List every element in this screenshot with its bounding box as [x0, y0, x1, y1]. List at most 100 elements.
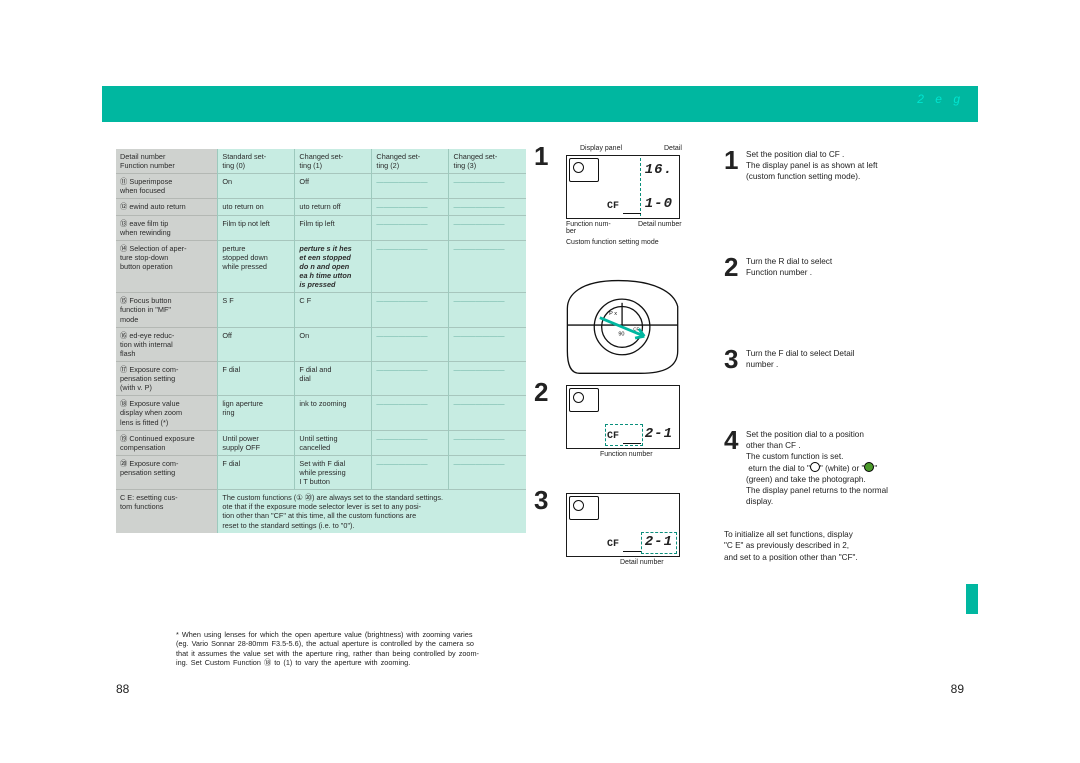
- header-cell: Standard set-ting (0): [218, 149, 295, 174]
- row-label: ⑫ ewind auto return: [116, 199, 218, 215]
- step-number-icon: 2: [534, 377, 548, 408]
- row-value: perture s it hes et een stoppeddo n and …: [295, 240, 372, 293]
- step-number-icon: 3: [534, 485, 548, 516]
- table-row: ⑯ ed-eye reduc-tion with internalflashOf…: [116, 327, 526, 361]
- row-label: ⑯ ed-eye reduc-tion with internalflash: [116, 327, 218, 361]
- row-value: ———————: [372, 455, 449, 489]
- row-value: ———————: [449, 396, 526, 430]
- illustration-column: 1 Display panel Detail 16. CF 1-0 Functi…: [540, 149, 704, 599]
- step-number-icon: 1: [724, 149, 742, 182]
- caption: Function num- ber: [566, 221, 611, 235]
- lcd-cf-label: CF: [607, 201, 619, 212]
- row-value: ———————: [449, 430, 526, 455]
- step-instruction: Turn the R dial to select Function numbe…: [746, 256, 968, 278]
- row-value: ———————: [372, 240, 449, 293]
- page-number-left: 88: [116, 682, 129, 696]
- row-value: Off: [218, 327, 295, 361]
- green-dot-icon: [864, 462, 874, 472]
- header-cell: Changed set-ting (2): [372, 149, 449, 174]
- svg-text:90: 90: [618, 331, 624, 337]
- step-note: The display panel returns to the normal …: [746, 485, 968, 507]
- step-instruction: Turn the F dial to select Detail number …: [746, 348, 968, 370]
- row-value: On: [218, 174, 295, 199]
- caption: Detail number: [620, 559, 664, 566]
- caption: Detail number: [638, 221, 682, 228]
- svg-text:CF: CF: [633, 327, 639, 332]
- steps-text-column: 1 Set the position dial to CF . The disp…: [724, 149, 968, 563]
- lcd-cf-label: CF: [607, 431, 619, 442]
- row-value: ———————: [449, 215, 526, 240]
- row-value: perturestopped downwhile pressed: [218, 240, 295, 293]
- row-value: ———————: [372, 199, 449, 215]
- lcd-value: 2-1: [645, 426, 673, 442]
- row-label: C E: esetting cus-tom functions: [116, 490, 218, 533]
- row-value: S F: [218, 293, 295, 327]
- lcd-value: 2-1: [645, 534, 673, 550]
- row-value: ink to zooming: [295, 396, 372, 430]
- step-number-icon: 2: [724, 256, 742, 279]
- table-row: ⑪ Superimposewhen focusedOnOff——————————…: [116, 174, 526, 199]
- step-number-icon: 3: [724, 348, 742, 371]
- lcd-cf-label: CF: [607, 539, 619, 550]
- svg-text:P x: P x: [609, 311, 617, 317]
- display-panel: CF 2-1: [566, 385, 680, 449]
- page-number-right: 89: [951, 682, 964, 696]
- two-page-spread: Detail number Function number Standard s…: [0, 0, 1080, 763]
- row-value: uto return off: [295, 199, 372, 215]
- row-label: ⑭ Selection of aper-ture stop-downbutton…: [116, 240, 218, 293]
- display-panel: CF 2-1: [566, 493, 680, 557]
- table-row: ⑭ Selection of aper-ture stop-downbutton…: [116, 240, 526, 293]
- row-value: C F: [295, 293, 372, 327]
- row-value: Off: [295, 174, 372, 199]
- caption: Display panel: [580, 145, 622, 152]
- row-value: F dial and dial: [295, 361, 372, 395]
- step-instruction: Set the position dial to CF .: [746, 149, 968, 160]
- row-value: lign aperturering: [218, 396, 295, 430]
- step-2: 2 Turn the R dial to select Function num…: [724, 256, 968, 279]
- caption: Function number: [600, 451, 653, 458]
- row-value: ———————: [449, 240, 526, 293]
- table-row: ⑳ Exposure com-pensation settingF dialSe…: [116, 455, 526, 489]
- row-value: Set with F dialwhile pressingI T button: [295, 455, 372, 489]
- custom-function-table: Detail number Function number Standard s…: [116, 149, 526, 533]
- row-value: Film tip not left: [218, 215, 295, 240]
- table-row-reset: C E: esetting cus-tom functionsThe custo…: [116, 490, 526, 533]
- table-row: ⑮ Focus buttonfunction in "MF"modeS FC F…: [116, 293, 526, 327]
- row-value: ———————: [372, 327, 449, 361]
- illustration-1: 1 Display panel Detail 16. CF 1-0 Functi…: [540, 149, 690, 259]
- row-value: ———————: [449, 199, 526, 215]
- white-dot-icon: [810, 462, 820, 472]
- row-label: ⑬ eave film tipwhen rewinding: [116, 215, 218, 240]
- table-header-row: Detail number Function number Standard s…: [116, 149, 526, 174]
- row-value: ———————: [449, 361, 526, 395]
- step-note: eturn the dial to "" (white) or "" (gree…: [746, 462, 968, 485]
- right-page: 2 e g 1 Display panel Detail 16. C: [540, 86, 978, 696]
- left-page: Detail number Function number Standard s…: [102, 86, 540, 696]
- header-cell: Changed set-ting (3): [449, 149, 526, 174]
- step-4: 4 Set the position dial to a position ot…: [724, 429, 968, 507]
- lcd-value: 16.: [645, 162, 673, 178]
- step-instruction: Set the position dial to a position: [746, 429, 968, 440]
- illustration-2: 2 CF 2-1 Function number: [540, 385, 690, 477]
- table-row: ⑰ Exposure com-pensation setting(with v.…: [116, 361, 526, 395]
- illustration-3: 3 CF 2-1 Detail number: [540, 493, 690, 583]
- pages-container: Detail number Function number Standard s…: [102, 86, 978, 763]
- row-value: Film tip left: [295, 215, 372, 240]
- step-number-icon: 4: [724, 429, 742, 507]
- row-value: ———————: [372, 396, 449, 430]
- row-label: ⑱ Exposure valuedisplay when zoomlens is…: [116, 396, 218, 430]
- row-value: Until settingcancelled: [295, 430, 372, 455]
- caption: Detail: [664, 145, 682, 152]
- header-bar-left: [102, 86, 540, 122]
- row-value-merged: The custom functions (① ⑳) are always se…: [218, 490, 526, 533]
- row-value: ———————: [372, 215, 449, 240]
- row-value: ———————: [449, 455, 526, 489]
- row-value: F dial: [218, 361, 295, 395]
- header-continuation: 2 e g: [917, 92, 964, 106]
- initialize-note: To initialize all set functions, display…: [724, 529, 968, 562]
- lcd-value: 1-0: [645, 196, 673, 212]
- row-label: ⑮ Focus buttonfunction in "MF"mode: [116, 293, 218, 327]
- row-value: ———————: [372, 361, 449, 395]
- row-label: ⑲ Continued exposurecompensation: [116, 430, 218, 455]
- header-cell: Changed set-ting (1): [295, 149, 372, 174]
